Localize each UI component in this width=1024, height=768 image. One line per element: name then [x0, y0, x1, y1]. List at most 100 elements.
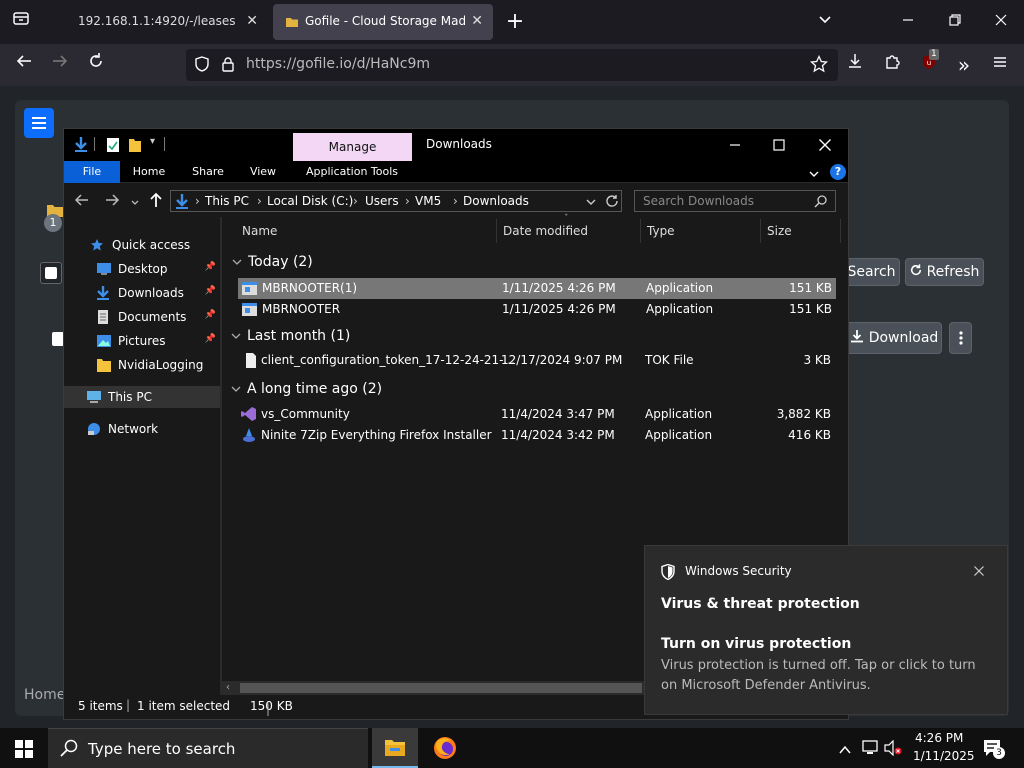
close-window-icon[interactable]	[818, 137, 832, 156]
hidden-icons-chevron-icon[interactable]	[838, 741, 852, 760]
forward-arrow-icon[interactable]	[47, 52, 73, 78]
close-window-icon[interactable]	[988, 9, 1014, 35]
breadcrumb-item[interactable]: Users	[365, 194, 399, 208]
security-notification[interactable]: Windows Security Virus & threat protecti…	[644, 545, 1008, 715]
network-status-icon[interactable]	[862, 740, 880, 760]
tab-gofile[interactable]: Gofile - Cloud Storage Made Simple ✕	[273, 4, 493, 40]
nav-item-quick-access[interactable]: Quick access	[64, 234, 220, 256]
help-icon[interactable]: ?	[830, 164, 846, 180]
application-icon	[242, 303, 257, 319]
tab-overview-icon[interactable]	[8, 9, 34, 35]
hamburger-menu-icon[interactable]	[987, 52, 1013, 78]
nav-item-documents[interactable]: Documents 📌	[64, 306, 220, 328]
horizontal-scrollbar[interactable]: ‹	[222, 681, 646, 695]
maximize-icon[interactable]	[772, 137, 786, 156]
scroll-left-icon[interactable]: ‹	[226, 682, 230, 693]
file-row[interactable]: MBRNOOTER 1/11/2025 4:26 PM Application …	[238, 299, 836, 320]
more-tools-chevron-icon[interactable]: »	[951, 52, 977, 78]
sidebar-toggle-button[interactable]	[24, 108, 54, 138]
group-header-last-month[interactable]: Last month (1)	[231, 325, 350, 347]
select-all-checkbox[interactable]	[40, 262, 62, 284]
breadcrumb-item[interactable]: VM5	[415, 194, 441, 208]
pin-icon[interactable]: 📌	[205, 262, 216, 272]
minimize-icon[interactable]	[895, 9, 921, 35]
nav-item-pictures[interactable]: Pictures 📌	[64, 330, 220, 352]
nav-item-downloads[interactable]: Downloads 📌	[64, 282, 220, 304]
file-row[interactable]: MBRNOOTER(1) 1/11/2025 4:26 PM Applicati…	[238, 278, 836, 299]
column-header-type[interactable]: Type	[647, 217, 675, 245]
list-tabs-chevron-icon[interactable]	[812, 9, 838, 35]
column-header-size[interactable]: Size	[767, 217, 792, 245]
refresh-icon[interactable]	[605, 194, 619, 211]
column-header-name[interactable]: Name	[242, 217, 277, 245]
close-tab-icon[interactable]: ✕	[246, 13, 258, 29]
taskbar-firefox[interactable]	[422, 728, 468, 768]
taskbar-search-input[interactable]: Type here to search	[48, 728, 368, 768]
breadcrumb-separator-icon: ›	[257, 194, 262, 208]
quick-download-icon[interactable]	[74, 136, 88, 156]
nav-item-nvidialogging[interactable]: NvidiaLogging	[64, 354, 220, 376]
properties-icon[interactable]	[106, 137, 120, 157]
column-header-date[interactable]: Date modified	[503, 217, 588, 245]
close-tab-icon[interactable]: ✕	[471, 13, 483, 29]
taskbar-file-explorer[interactable]	[372, 728, 418, 768]
group-label: Today (2)	[248, 254, 313, 270]
more-options-button[interactable]	[949, 322, 972, 354]
ribbon-tab-share[interactable]: Share	[182, 161, 234, 183]
clock-time[interactable]: 4:26 PM	[915, 731, 963, 745]
file-row[interactable]: client_configuration_token_17-12-24-21-.…	[237, 350, 835, 371]
nav-item-this-pc[interactable]: This PC	[64, 386, 220, 408]
url-text: https://gofile.io/d/HaNc9m	[246, 56, 431, 72]
close-notification-icon[interactable]	[973, 562, 985, 581]
back-arrow-icon[interactable]	[11, 52, 37, 78]
nav-item-desktop[interactable]: Desktop 📌	[64, 258, 220, 280]
download-button[interactable]: Download	[846, 322, 942, 354]
extensions-puzzle-icon[interactable]	[880, 52, 906, 78]
group-header-long-time-ago[interactable]: A long time ago (2)	[231, 378, 382, 400]
volume-muted-icon[interactable]	[884, 739, 902, 760]
file-row[interactable]: Ninite 7Zip Everything Firefox Installer…	[237, 425, 835, 446]
expand-ribbon-chevron-icon[interactable]	[808, 165, 820, 184]
address-dropdown-chevron-icon[interactable]	[585, 196, 597, 211]
action-center-icon[interactable]: 3	[983, 739, 1005, 761]
pin-icon[interactable]: 📌	[205, 310, 216, 320]
manage-context-tab[interactable]: Manage	[293, 133, 412, 161]
bookmark-star-icon[interactable]	[809, 54, 829, 77]
group-header-today[interactable]: Today (2)	[232, 251, 313, 273]
ublock-extension-icon[interactable]: u 1	[916, 49, 942, 78]
search-button[interactable]: Search	[843, 258, 900, 286]
reload-icon[interactable]	[83, 52, 109, 78]
breadcrumb[interactable]: › This PC › Local Disk (C:) › Users › VM…	[170, 190, 622, 212]
downloads-icon[interactable]	[842, 52, 868, 78]
url-bar[interactable]: https://gofile.io/d/HaNc9m	[186, 49, 838, 81]
pin-icon[interactable]: 📌	[205, 286, 216, 296]
search-input[interactable]: Search Downloads	[634, 190, 836, 212]
recent-locations-chevron-icon[interactable]	[130, 193, 140, 212]
breadcrumb-item[interactable]: This PC	[205, 194, 249, 208]
customize-toolbar-icon[interactable]: ▾	[150, 136, 155, 147]
up-arrow-icon[interactable]	[149, 191, 163, 213]
ribbon-tab-file[interactable]: File	[64, 161, 120, 183]
forward-arrow-icon[interactable]	[104, 192, 120, 212]
scrollbar-thumb[interactable]	[240, 683, 642, 693]
refresh-button[interactable]: Refresh	[905, 258, 984, 286]
breadcrumb-item[interactable]: Downloads	[463, 194, 529, 208]
restore-icon[interactable]	[942, 9, 968, 35]
minimize-icon[interactable]	[728, 137, 742, 156]
tab-leases[interactable]: 192.168.1.1:4920/-/leases ✕	[46, 4, 268, 40]
clock-date[interactable]: 1/11/2025	[913, 749, 975, 763]
file-row[interactable]: vs_Community 11/4/2024 3:47 PM Applicati…	[237, 404, 835, 425]
new-folder-icon[interactable]	[128, 137, 142, 157]
ribbon-tab-home[interactable]: Home	[126, 161, 172, 183]
nav-item-network[interactable]: Network	[64, 418, 220, 440]
ribbon-tab-view[interactable]: View	[240, 161, 286, 183]
footer-home-link[interactable]: Home	[24, 687, 65, 703]
breadcrumb-item[interactable]: Local Disk (C:)	[267, 194, 353, 208]
new-tab-icon[interactable]: +	[502, 9, 528, 35]
back-arrow-icon[interactable]	[74, 192, 90, 212]
ribbon-tab-application-tools[interactable]: Application Tools	[296, 161, 408, 183]
shield-icon[interactable]	[194, 56, 210, 76]
pin-icon[interactable]: 📌	[205, 334, 216, 344]
lock-icon[interactable]	[220, 56, 236, 76]
start-windows-icon[interactable]	[15, 740, 33, 762]
